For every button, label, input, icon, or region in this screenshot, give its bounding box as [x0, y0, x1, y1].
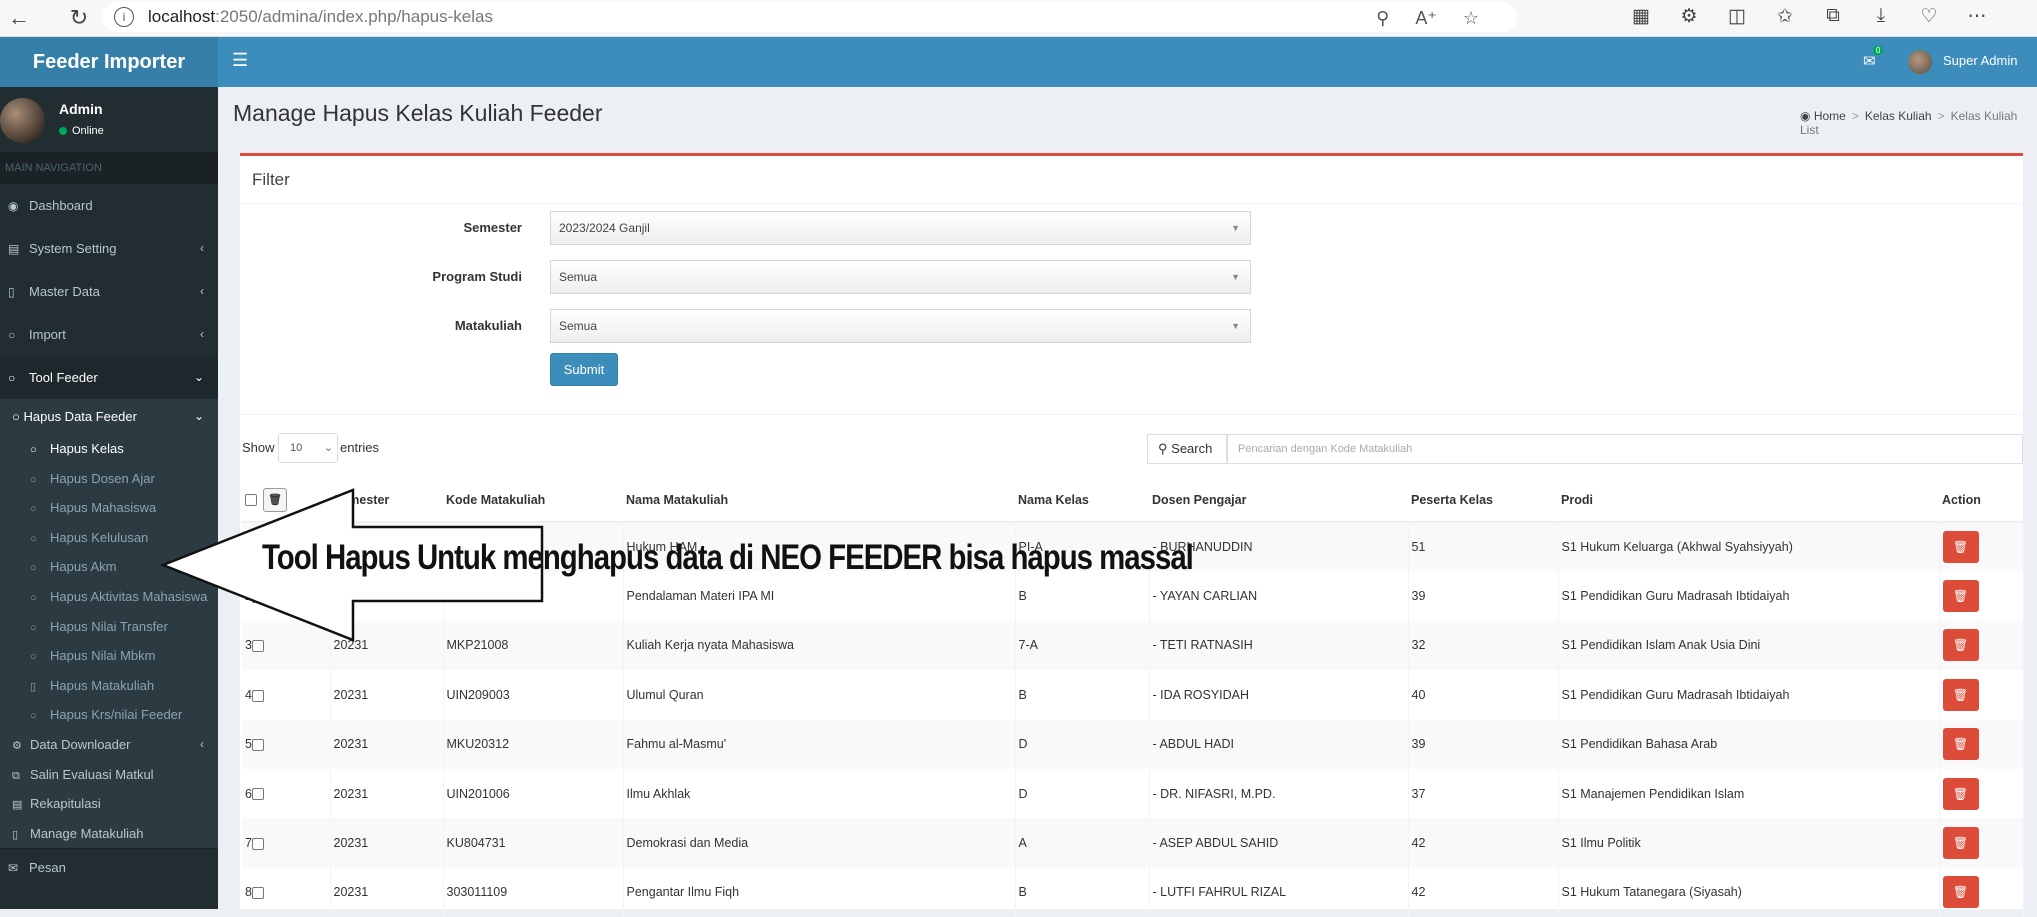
annotation-text: Tool Hapus Untuk menghapus data di NEO F…: [262, 538, 1194, 577]
annotation-arrow: [159, 488, 544, 642]
